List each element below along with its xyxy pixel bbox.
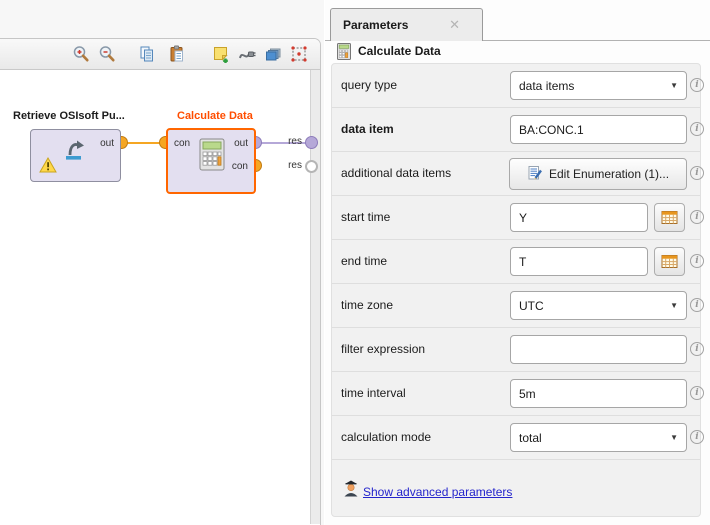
port-label-out: out bbox=[100, 137, 114, 150]
close-icon[interactable]: ✕ bbox=[449, 17, 460, 33]
port-label-out: out bbox=[234, 137, 248, 150]
additional-data-items-button[interactable]: Edit Enumeration (1)... bbox=[509, 158, 687, 190]
chevron-down-icon: ▼ bbox=[670, 301, 678, 310]
warning-icon[interactable] bbox=[39, 157, 57, 178]
start-time-calendar-button[interactable] bbox=[654, 203, 685, 232]
app-window: Retrieve OSIsoft Pu... out Calculate Dat… bbox=[0, 0, 710, 525]
info-icon[interactable]: i bbox=[690, 430, 704, 444]
end-time-input[interactable]: T bbox=[510, 247, 648, 276]
query-type-dropdown[interactable]: data items ▼ bbox=[510, 71, 687, 100]
operator-retrieve-osisoft[interactable]: out bbox=[30, 129, 121, 182]
input-value: 5m bbox=[519, 387, 536, 401]
param-label: calculation mode bbox=[341, 416, 431, 459]
calendar-icon bbox=[661, 210, 678, 225]
fit-view-icon[interactable] bbox=[290, 45, 308, 63]
time-zone-dropdown[interactable]: UTC ▼ bbox=[510, 291, 687, 320]
retrieve-icon bbox=[60, 136, 90, 169]
param-row-calculation-mode: calculation mode total ▼ i bbox=[332, 416, 700, 460]
param-label: end time bbox=[341, 240, 387, 283]
param-label: time interval bbox=[341, 372, 406, 415]
param-row-end-time: end time T i bbox=[332, 240, 700, 284]
param-label: time zone bbox=[341, 284, 393, 327]
tab-title: Parameters bbox=[343, 18, 408, 32]
filter-expression-input[interactable] bbox=[510, 335, 687, 364]
result-port-label: res bbox=[282, 160, 302, 171]
input-value: Y bbox=[519, 211, 527, 225]
calculation-mode-dropdown[interactable]: total ▼ bbox=[510, 423, 687, 452]
info-icon[interactable]: i bbox=[690, 342, 704, 356]
paste-icon[interactable] bbox=[168, 45, 186, 63]
info-icon[interactable]: i bbox=[690, 166, 704, 180]
param-label: start time bbox=[341, 196, 390, 239]
edit-list-icon bbox=[527, 165, 543, 184]
param-row-query-type: query type data items ▼ i bbox=[332, 64, 700, 108]
dropdown-value: UTC bbox=[519, 299, 544, 313]
arrange-operators-icon[interactable] bbox=[264, 45, 282, 63]
input-value: BA:CONC.1 bbox=[519, 123, 584, 137]
chevron-down-icon: ▼ bbox=[670, 81, 678, 90]
operator-label: Calculate Data bbox=[177, 110, 253, 122]
param-row-filter-expression: filter expression i bbox=[332, 328, 700, 372]
info-icon[interactable]: i bbox=[690, 78, 704, 92]
process-frame: Retrieve OSIsoft Pu... out Calculate Dat… bbox=[0, 38, 321, 525]
param-label: query type bbox=[341, 64, 397, 107]
process-area: Retrieve OSIsoft Pu... out Calculate Dat… bbox=[0, 0, 324, 525]
zoom-in-icon[interactable] bbox=[72, 45, 90, 63]
param-footer: Show advanced parameters bbox=[332, 460, 700, 517]
input-value: T bbox=[519, 255, 526, 269]
param-row-time-interval: time interval 5m i bbox=[332, 372, 700, 416]
dropdown-value: total bbox=[519, 431, 542, 445]
param-row-data-item: data item BA:CONC.1 i bbox=[332, 108, 700, 152]
result-port-1[interactable] bbox=[305, 136, 318, 149]
param-row-time-zone: time zone UTC ▼ i bbox=[332, 284, 700, 328]
time-interval-input[interactable]: 5m bbox=[510, 379, 687, 408]
calculator-icon bbox=[337, 43, 351, 65]
add-note-icon[interactable] bbox=[212, 45, 230, 63]
calendar-icon bbox=[661, 254, 678, 269]
show-advanced-parameters-link[interactable]: Show advanced parameters bbox=[363, 485, 512, 499]
tab-divider bbox=[483, 40, 710, 41]
parameters-panel: Parameters ✕ Calculate Data query type d… bbox=[325, 0, 710, 525]
info-icon[interactable]: i bbox=[690, 122, 704, 136]
info-icon[interactable]: i bbox=[690, 254, 704, 268]
data-item-input[interactable]: BA:CONC.1 bbox=[510, 115, 687, 144]
info-icon[interactable]: i bbox=[690, 298, 704, 312]
info-icon[interactable]: i bbox=[690, 386, 704, 400]
port-label-con: con bbox=[232, 160, 248, 173]
param-row-additional-data-items: additional data items Edit Enumeration (… bbox=[332, 152, 700, 196]
calculator-icon bbox=[199, 138, 225, 177]
copy-icon[interactable] bbox=[138, 45, 156, 63]
result-port-2[interactable] bbox=[305, 160, 318, 173]
end-time-calendar-button[interactable] bbox=[654, 247, 685, 276]
rewire-icon[interactable] bbox=[238, 45, 256, 63]
port-label-con: con bbox=[174, 137, 190, 150]
param-label: additional data items bbox=[341, 152, 451, 195]
start-time-input[interactable]: Y bbox=[510, 203, 648, 232]
param-label: filter expression bbox=[341, 328, 425, 371]
chevron-down-icon: ▼ bbox=[670, 433, 678, 442]
info-icon[interactable]: i bbox=[690, 210, 704, 224]
canvas-toolbar bbox=[0, 39, 320, 70]
wizard-icon bbox=[343, 480, 359, 502]
zoom-out-icon[interactable] bbox=[98, 45, 116, 63]
process-canvas[interactable]: Retrieve OSIsoft Pu... out Calculate Dat… bbox=[0, 70, 320, 524]
selected-operator-title: Calculate Data bbox=[358, 44, 441, 58]
operator-label: Retrieve OSIsoft Pu... bbox=[13, 110, 125, 122]
parameters-group: query type data items ▼ i data item BA:C… bbox=[331, 63, 701, 517]
result-port-label: res bbox=[282, 136, 302, 147]
dropdown-value: data items bbox=[519, 79, 574, 93]
tab-parameters[interactable]: Parameters ✕ bbox=[330, 8, 483, 41]
button-label: Edit Enumeration (1)... bbox=[549, 167, 669, 181]
param-label: data item bbox=[341, 108, 394, 151]
param-row-start-time: start time Y i bbox=[332, 196, 700, 240]
operator-calculate-data[interactable]: con out con bbox=[166, 128, 256, 194]
